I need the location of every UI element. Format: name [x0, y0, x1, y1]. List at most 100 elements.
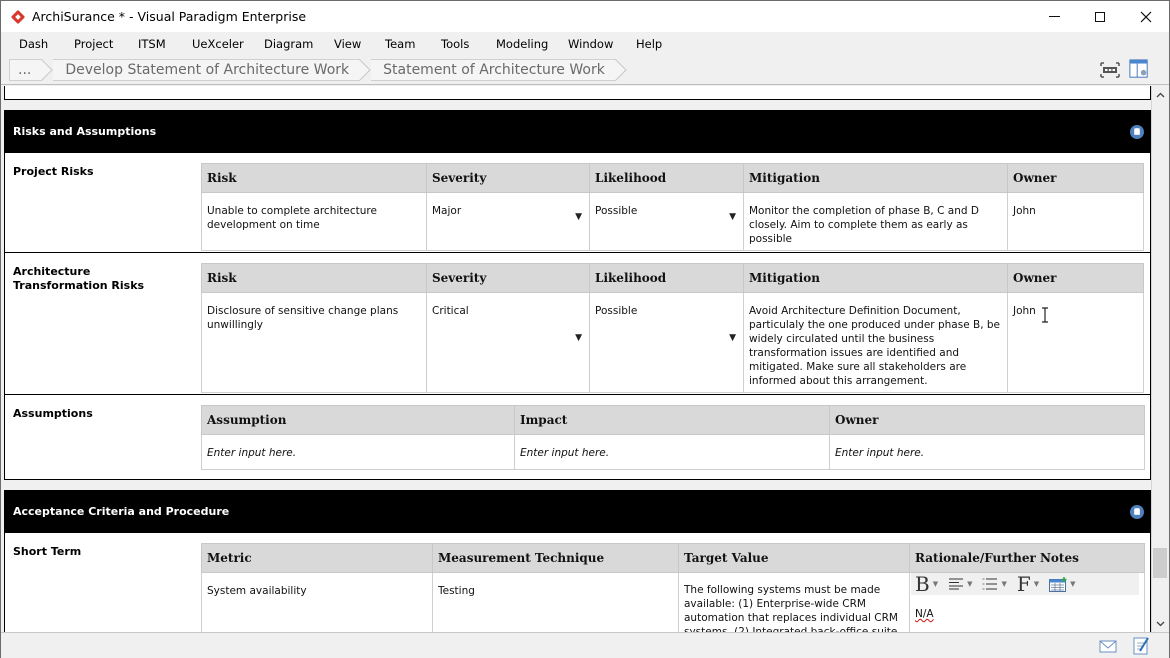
breadcrumb-separator-icon — [41, 59, 54, 81]
maximize-button[interactable] — [1077, 1, 1123, 32]
column-header: Likelihood — [589, 163, 744, 193]
owner-cell[interactable]: John — [1007, 192, 1144, 251]
table-button[interactable]: ▼ — [1049, 576, 1076, 592]
column-header: Impact — [514, 405, 830, 435]
likelihood-dropdown[interactable]: Possible ▼ — [589, 292, 744, 393]
column-header: Severity — [426, 163, 590, 193]
table-row: Unable to complete architecture developm… — [201, 192, 1144, 251]
title-bar: ArchiSurance * - Visual Paradigm Enterpr… — [1, 1, 1169, 32]
list-icon — [982, 578, 998, 590]
caret-down-icon: ▼ — [932, 580, 939, 588]
dropdown-arrow-icon[interactable]: ▼ — [575, 331, 582, 345]
menu-window[interactable]: Window — [568, 37, 613, 51]
section-header-risks: Risks and Assumptions — [5, 111, 1151, 153]
metric-cell[interactable]: System availability — [201, 572, 433, 632]
assumption-input[interactable]: Enter input here. — [201, 434, 515, 470]
table-row: System availability Testing The followin… — [201, 572, 1145, 632]
owner-cell[interactable]: John — [1007, 292, 1144, 393]
project-risks-label: Project Risks — [13, 165, 94, 178]
severity-dropdown[interactable]: Major ▼ — [426, 192, 590, 251]
row-divider — [5, 394, 1151, 395]
column-header: Mitigation — [743, 263, 1008, 293]
column-header: Owner — [1007, 163, 1144, 193]
app-logo-icon — [11, 10, 25, 24]
align-icon — [949, 578, 964, 590]
breadcrumb-item-statement[interactable]: Statement of Architecture Work — [371, 59, 615, 81]
column-header: Risk — [201, 263, 427, 293]
table-icon — [1049, 576, 1067, 592]
severity-value: Major — [432, 205, 462, 217]
menu-team[interactable]: Team — [385, 37, 415, 51]
menu-dash[interactable]: Dash — [19, 37, 48, 51]
font-icon: F — [1016, 572, 1031, 596]
lightbulb-icon[interactable] — [1130, 125, 1144, 139]
project-risks-table: Risk Severity Likelihood Mitigation Owne… — [201, 163, 1144, 251]
caret-down-icon: ▼ — [1070, 580, 1076, 588]
mitigation-cell[interactable]: Avoid Architecture Definition Document, … — [743, 292, 1008, 393]
scrollbar-thumb[interactable] — [1153, 548, 1167, 578]
edit-document-icon[interactable] — [1132, 636, 1150, 656]
column-header: Rationale/Further Notes — [909, 543, 1145, 573]
text-cursor-icon — [1042, 307, 1048, 323]
close-button[interactable] — [1123, 1, 1169, 32]
scroll-up-icon[interactable] — [1152, 86, 1169, 103]
technique-cell[interactable]: Testing — [432, 572, 679, 632]
dropdown-arrow-icon[interactable]: ▼ — [729, 331, 736, 345]
breadcrumb-bar: ... Develop Statement of Architecture Wo… — [1, 55, 1169, 85]
breadcrumb-item-develop-statement[interactable]: Develop Statement of Architecture Work — [53, 59, 360, 81]
dropdown-arrow-icon[interactable]: ▼ — [575, 210, 582, 224]
owner-input[interactable]: Enter input here. — [829, 434, 1145, 470]
likelihood-value: Possible — [595, 305, 638, 317]
menu-modeling[interactable]: Modeling — [496, 37, 548, 51]
likelihood-dropdown[interactable]: Possible ▼ — [589, 192, 744, 251]
column-header: Target Value — [678, 543, 910, 573]
minimize-button[interactable] — [1031, 1, 1077, 32]
align-button[interactable]: ▼ — [948, 577, 972, 591]
risk-cell[interactable]: Disclosure of sensitive change plans unw… — [201, 292, 427, 393]
dropdown-arrow-icon[interactable]: ▼ — [729, 210, 736, 224]
short-term-table: Metric Measurement Technique Target Valu… — [201, 543, 1145, 632]
notes-editor[interactable]: B▼ ▼ ▼ F▼ ▼ » N/A — [909, 572, 1145, 632]
column-header: Assumption — [201, 405, 515, 435]
minimize-icon — [1048, 16, 1060, 17]
vertical-scrollbar[interactable] — [1151, 86, 1168, 632]
transformation-risks-label: Architecture Transformation Risks — [13, 265, 145, 292]
mitigation-cell[interactable]: Monitor the completion of phase B, C and… — [743, 192, 1008, 251]
notes-text: N/A — [915, 608, 934, 620]
menu-diagram[interactable]: Diagram — [264, 37, 313, 51]
rich-text-toolbar: B▼ ▼ ▼ F▼ ▼ » — [911, 573, 1139, 595]
column-header: Risk — [201, 163, 427, 193]
risk-cell[interactable]: Unable to complete architecture developm… — [201, 192, 427, 251]
bold-button[interactable]: B ▼ — [915, 574, 938, 594]
breadcrumb-separator-icon — [614, 59, 627, 81]
list-button[interactable]: ▼ — [982, 577, 1007, 591]
window-title: ArchiSurance * - Visual Paradigm Enterpr… — [32, 9, 307, 24]
caret-down-icon: ▼ — [1033, 580, 1040, 588]
lightbulb-icon[interactable] — [1130, 505, 1144, 519]
table-row: Enter input here. Enter input here. Ente… — [201, 434, 1145, 470]
menu-uexceler[interactable]: UeXceler — [192, 37, 244, 51]
menu-view[interactable]: View — [334, 37, 361, 51]
maximize-icon — [1095, 11, 1105, 22]
impact-input[interactable]: Enter input here. — [514, 434, 830, 470]
menu-help[interactable]: Help — [636, 37, 662, 51]
app-window: ArchiSurance * - Visual Paradigm Enterpr… — [0, 0, 1170, 658]
scroll-down-icon[interactable] — [1152, 615, 1169, 632]
bold-icon: B — [915, 572, 930, 596]
panel-layout-icon[interactable] — [1128, 59, 1150, 79]
column-header: Likelihood — [589, 263, 744, 293]
mail-icon[interactable] — [1099, 638, 1117, 654]
column-header: Owner — [1007, 263, 1144, 293]
short-term-label: Short Term — [13, 545, 82, 558]
font-button[interactable]: F ▼ — [1017, 574, 1039, 594]
column-header: Measurement Technique — [432, 543, 679, 573]
target-value-cell[interactable]: The following systems must be made avail… — [678, 572, 910, 632]
menu-tools[interactable]: Tools — [441, 37, 469, 51]
severity-dropdown[interactable]: Critical ▼ — [426, 292, 590, 393]
column-header: Owner — [829, 405, 1145, 435]
status-bar — [1, 632, 1169, 658]
menu-project[interactable]: Project — [74, 37, 113, 51]
fit-diagram-icon[interactable] — [1099, 60, 1121, 80]
menu-itsm[interactable]: ITSM — [138, 37, 166, 51]
breadcrumb-item-more[interactable]: ... — [9, 59, 42, 81]
